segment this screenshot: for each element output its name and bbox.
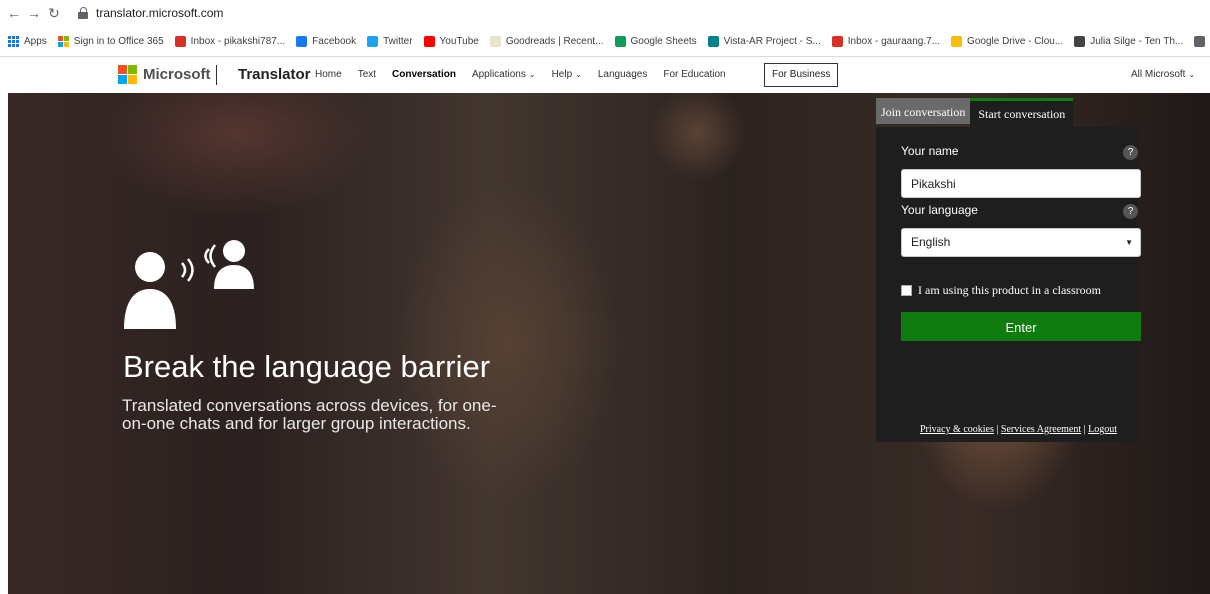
apps-grid-icon <box>8 35 19 47</box>
all-microsoft-menu[interactable]: All Microsoft ⌄ <box>1131 69 1195 80</box>
hero-title: Break the language barrier <box>123 349 491 384</box>
back-arrow-icon[interactable]: ← <box>4 5 24 21</box>
your-language-label: Your language <box>901 203 978 217</box>
classroom-checkbox[interactable] <box>901 285 912 296</box>
bookmark-item[interactable]: Inbox - gauraang.7... <box>831 35 941 47</box>
bookmark-item[interactable]: Google Drive - Clou... <box>951 35 1064 47</box>
privacy-cookies-link[interactable]: Privacy & cookies <box>920 424 994 435</box>
nav-item-label: Text <box>357 69 377 80</box>
conversation-people-icon <box>124 240 254 329</box>
microsoft-wordmark: Microsoft <box>143 66 211 83</box>
bookmark-label: Julia Silge - Ten Th... <box>1090 35 1184 47</box>
footer-separator: | <box>996 424 999 435</box>
nav-item-label: Applications <box>471 69 526 80</box>
nav-item-label: For Education <box>663 69 726 80</box>
gmail-icon <box>831 35 843 47</box>
bookmark-label: Apps <box>24 35 47 47</box>
dropdown-arrow-icon: ▼ <box>1125 238 1133 247</box>
all-microsoft-label: All Microsoft <box>1131 69 1186 80</box>
name-help-icon[interactable]: ? <box>1123 145 1138 160</box>
panel-footer-links: Privacy & cookies | Services Agreement |… <box>920 424 1117 435</box>
for-business-button[interactable]: For Business <box>764 63 839 87</box>
bookmark-label: Google Sheets <box>630 35 697 47</box>
nav-item-for-education[interactable]: For Education <box>663 69 725 80</box>
nav-item-label: Languages <box>597 69 648 80</box>
forward-arrow-icon[interactable]: → <box>24 5 44 21</box>
logout-link[interactable]: Logout <box>1088 424 1117 435</box>
url-text[interactable]: translator.microsoft.com <box>96 6 223 20</box>
bookmark-item[interactable]: Course: ME50359 P... <box>1194 35 1210 47</box>
bookmark-label: Vista-AR Project - S... <box>723 35 821 47</box>
footer-separator: | <box>1083 424 1086 435</box>
bookmark-item[interactable]: Google Sheets <box>614 35 697 47</box>
browser-address-bar: ← → ↻ translator.microsoft.com <box>0 0 1210 26</box>
twitter-icon <box>367 35 379 47</box>
bookmark-item[interactable]: Sign in to Office 365 <box>57 35 164 47</box>
bookmark-item[interactable]: YouTube <box>423 35 479 47</box>
chevron-down-icon: ⌄ <box>1188 70 1196 79</box>
lock-icon[interactable] <box>78 7 88 19</box>
bookmark-item[interactable]: Julia Silge - Ten Th... <box>1074 35 1184 47</box>
nav-item-text[interactable]: Text <box>358 69 376 80</box>
hero-subtitle: Translated conversations across devices,… <box>122 396 497 433</box>
bookmark-label: Google Drive - Clou... <box>967 35 1064 47</box>
nav-item-applications[interactable]: Applications ⌄ <box>472 69 536 80</box>
translator-brand-link[interactable]: Translator <box>238 66 311 83</box>
gmail-icon <box>174 35 186 47</box>
microsoft-icon <box>57 35 69 47</box>
services-agreement-link[interactable]: Services Agreement <box>1001 424 1081 435</box>
conversation-tabs: Join conversation Start conversation <box>876 98 1074 127</box>
course-icon <box>1194 35 1206 47</box>
goodreads-icon <box>489 35 501 47</box>
sharepoint-icon <box>707 35 719 47</box>
bookmark-item[interactable]: Facebook <box>296 35 357 47</box>
bookmark-label: Facebook <box>312 35 357 47</box>
reload-icon[interactable]: ↻ <box>44 5 64 22</box>
site-icon <box>1074 35 1086 47</box>
bookmark-item[interactable]: Goodreads | Recent... <box>489 35 604 47</box>
bookmark-label: YouTube <box>439 35 479 47</box>
bookmark-item[interactable]: Inbox - pikakshi787... <box>174 35 286 47</box>
your-name-label: Your name <box>901 144 959 158</box>
nav-item-languages[interactable]: Languages <box>598 69 648 80</box>
nav-item-label: Help <box>551 69 573 80</box>
youtube-icon <box>423 35 435 47</box>
bookmarks-bar: Apps Sign in to Office 365 Inbox - pikaksh… <box>0 26 1210 57</box>
nav-item-conversation[interactable]: Conversation <box>392 69 456 80</box>
your-name-input[interactable] <box>901 169 1141 198</box>
google-drive-icon <box>951 35 963 47</box>
chevron-down-icon: ⌄ <box>575 70 582 79</box>
tab-start-conversation[interactable]: Start conversation <box>970 98 1074 127</box>
google-sheets-icon <box>614 35 626 47</box>
microsoft-logo[interactable]: Microsoft <box>118 65 211 84</box>
chevron-down-icon: ⌄ <box>528 70 536 79</box>
language-select-value: English <box>911 235 951 249</box>
language-select[interactable]: English ▼ <box>901 228 1141 257</box>
header-divider <box>216 65 217 85</box>
language-help-icon[interactable]: ? <box>1123 204 1138 219</box>
nav-item-label: Conversation <box>392 69 456 80</box>
nav-item-help[interactable]: Help ⌄ <box>552 69 582 80</box>
bookmark-label: Inbox - pikakshi787... <box>190 35 286 47</box>
bookmark-label: Inbox - gauraang.7... <box>847 35 941 47</box>
bookmark-label: Twitter <box>383 35 413 47</box>
main-nav: Home Text Conversation Applications ⌄ Help ⌄ La… <box>315 69 742 80</box>
bookmark-label: Sign in to Office 365 <box>73 35 164 47</box>
nav-item-label: Home <box>315 69 342 80</box>
classroom-label: I am using this product in a classroom <box>918 283 1101 297</box>
enter-button[interactable]: Enter <box>901 312 1141 341</box>
microsoft-logo-icon <box>118 65 137 84</box>
classroom-checkbox-row[interactable]: I am using this product in a classroom <box>901 283 1101 298</box>
tab-join-conversation[interactable]: Join conversation <box>876 98 971 124</box>
site-header: Microsoft Translator Home Text Conversatio… <box>0 57 1210 93</box>
bookmark-item[interactable]: Apps <box>8 35 47 47</box>
bookmark-label: Goodreads | Recent... <box>505 35 604 47</box>
nav-item-home[interactable]: Home <box>315 69 342 80</box>
facebook-icon <box>296 35 308 47</box>
bookmark-item[interactable]: Twitter <box>367 35 413 47</box>
start-conversation-panel: Your name ? Your language ? English ▼ I … <box>876 127 1141 442</box>
bookmark-item[interactable]: Vista-AR Project - S... <box>707 35 821 47</box>
